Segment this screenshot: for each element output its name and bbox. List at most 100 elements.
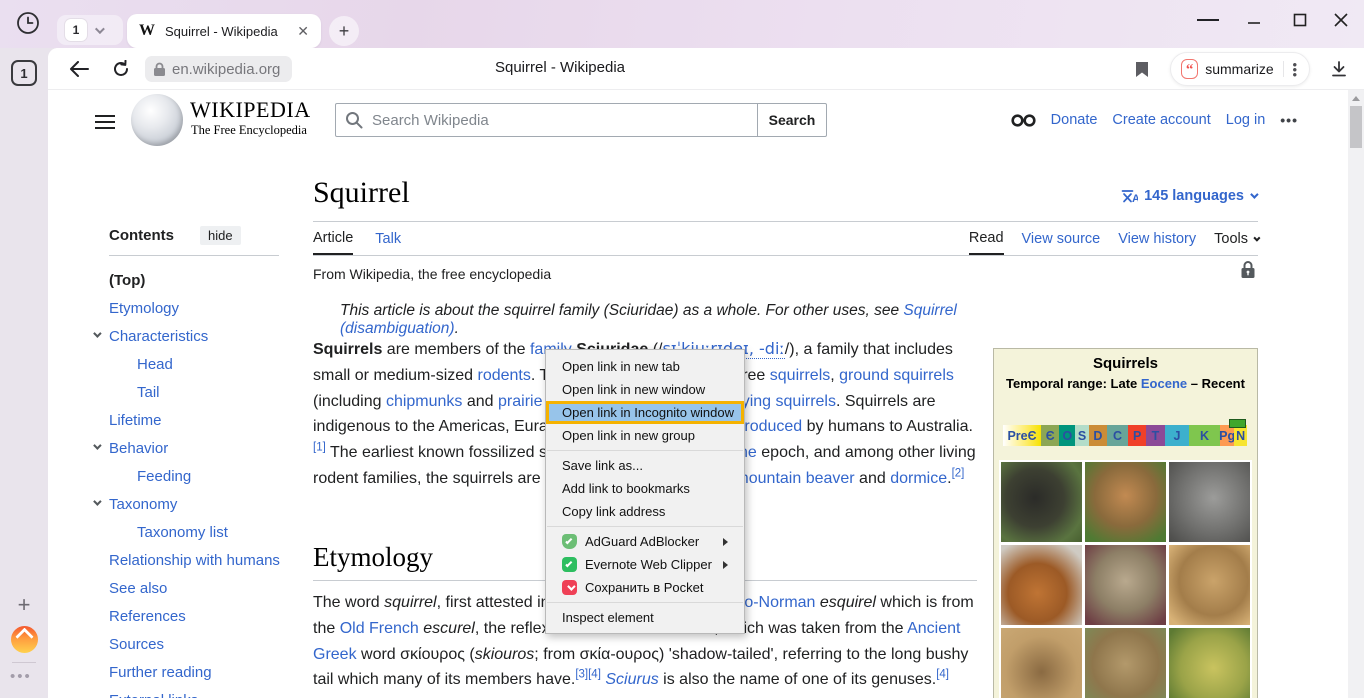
squirrel-photo[interactable] [1169,628,1250,698]
toc-item-references[interactable]: References [91,602,321,630]
toc-expand-icon[interactable] [93,329,101,337]
article-link[interactable]: chipmunks [386,393,462,410]
context-menu-item[interactable]: Save link as... [546,454,744,477]
scroll-up-arrow[interactable] [1352,96,1360,101]
squirrel-photo[interactable] [1085,628,1166,698]
article-link[interactable]: squirrels [770,367,830,384]
timeline-segment-N[interactable]: N [1234,425,1246,446]
timeline-segment-K[interactable]: K [1189,425,1220,446]
context-menu-item[interactable]: AdGuard AdBlocker [546,530,744,553]
toc-item-characteristics[interactable]: Characteristics [91,322,321,350]
article-link[interactable]: dormice [890,470,947,487]
bookmark-icon[interactable] [1130,57,1154,81]
squirrel-photo[interactable] [1085,462,1166,542]
timeline-segment-J[interactable]: J [1165,425,1190,446]
history-clock-icon[interactable] [13,8,43,38]
url-box[interactable]: en.wikipedia.org [145,56,292,82]
reference-link[interactable]: [3][4] [575,669,601,681]
reference-link[interactable]: [2] [952,468,965,480]
reload-icon[interactable] [108,56,134,82]
reference-link[interactable]: [4] [936,669,949,681]
timeline-segment-C[interactable]: C [1107,425,1128,446]
browser-tab[interactable]: W Squirrel - Wikipedia ✕ [127,14,321,48]
context-menu-item[interactable]: Inspect element [546,606,744,629]
article-link[interactable]: Old French [340,620,419,637]
squirrel-photo[interactable] [1085,545,1166,625]
tab-close-icon[interactable]: ✕ [297,23,309,40]
toc-item-feeding[interactable]: Feeding [91,462,321,490]
article-tab-article[interactable]: Article [313,230,353,255]
scrollbar-thumb[interactable] [1350,106,1362,148]
tab-group-button[interactable]: 1 [57,15,123,45]
toc-expand-icon[interactable] [93,441,101,449]
wikipedia-wordmark[interactable]: WIKIPEDIA [190,97,311,123]
squirrel-photo[interactable] [1169,462,1250,542]
toc-item-sources[interactable]: Sources [91,630,321,658]
toc-item--top-[interactable]: (Top) [91,266,321,294]
article-link[interactable]: Sciurus [605,671,658,688]
context-menu-item[interactable]: Add link to bookmarks [546,477,744,500]
toc-item-etymology[interactable]: Etymology [91,294,321,322]
timeline-segment-O[interactable]: O [1059,425,1075,446]
toc-hide-button[interactable]: hide [200,226,241,245]
toc-item-see-also[interactable]: See also [91,574,321,602]
wikipedia-globe-logo[interactable] [131,94,183,146]
page-scrollbar[interactable] [1348,90,1364,698]
language-selector[interactable]: A 145 languages [1121,188,1256,204]
article-tab-tools[interactable]: Tools [1214,231,1258,254]
toc-item-relationship-with-humans[interactable]: Relationship with humans [91,546,321,574]
yandex-mail-icon[interactable] [11,626,38,653]
article-link[interactable]: Eocene [1141,376,1187,391]
context-menu-item[interactable]: Open link in Incognito window [546,401,744,424]
sidebar-more-icon[interactable]: ••• [10,668,32,685]
downloads-icon[interactable] [1326,56,1352,82]
browser-menu-icon[interactable] [1197,9,1219,31]
close-button[interactable] [1330,9,1352,31]
article-link[interactable]: rodents [477,367,530,384]
search-input[interactable] [335,103,758,137]
context-menu-item[interactable]: Open link in new tab [546,355,744,378]
sidebar-add-icon[interactable]: + [12,593,36,617]
squirrel-photo[interactable] [1169,545,1250,625]
context-menu-item[interactable]: Open link in new window [546,378,744,401]
page-protection-lock-icon[interactable] [1240,260,1256,284]
context-menu-item[interactable]: Сохранить в Pocket [546,576,744,599]
timeline-segment-D[interactable]: D [1089,425,1107,446]
article-link[interactable]: mountain beaver [735,470,854,487]
new-tab-button[interactable]: + [329,16,359,46]
toc-item-further-reading[interactable]: Further reading [91,658,321,686]
context-menu-item[interactable]: Open link in new group [546,424,744,447]
squirrel-photo[interactable] [1001,545,1082,625]
toc-item-taxonomy-list[interactable]: Taxonomy list [91,518,321,546]
toc-expand-icon[interactable] [93,497,101,505]
toc-item-tail[interactable]: Tail [91,378,321,406]
squirrel-photo[interactable] [1001,628,1082,698]
maximize-button[interactable] [1289,9,1311,31]
timeline-segment-S[interactable]: S [1075,425,1088,446]
login-link[interactable]: Log in [1226,112,1266,128]
toc-item-external-links[interactable]: External links [91,686,321,698]
timeline-segment-T[interactable]: T [1146,425,1164,446]
minimize-button[interactable] [1243,9,1265,31]
article-tab-talk[interactable]: Talk [375,230,401,255]
article-link[interactable]: flying squirrels [734,393,836,410]
squirrel-photo[interactable] [1001,462,1082,542]
article-tab-view-source[interactable]: View source [1022,231,1101,254]
article-tab-read[interactable]: Read [969,230,1004,255]
context-menu-item[interactable]: Copy link address [546,500,744,523]
timeline-segment-P[interactable]: P [1128,425,1146,446]
article-tab-view-history[interactable]: View history [1118,231,1196,254]
search-button[interactable]: Search [757,103,827,137]
toc-item-head[interactable]: Head [91,350,321,378]
back-icon[interactable] [66,56,92,82]
summarize-button[interactable]: “ summarize ••• [1170,52,1310,86]
summarize-menu-icon[interactable]: ••• [1291,62,1299,77]
article-link[interactable]: ground squirrels [839,367,954,384]
timeline-segment-PreЄ[interactable]: PreЄ [1003,425,1041,446]
timeline-segment-Pg[interactable]: Pg [1220,425,1235,446]
reference-link[interactable]: [1] [313,442,326,454]
more-options-icon[interactable]: ••• [1280,112,1298,128]
wiki-menu-icon[interactable] [95,111,117,133]
toc-item-taxonomy[interactable]: Taxonomy [91,490,321,518]
create-account-link[interactable]: Create account [1112,112,1210,128]
